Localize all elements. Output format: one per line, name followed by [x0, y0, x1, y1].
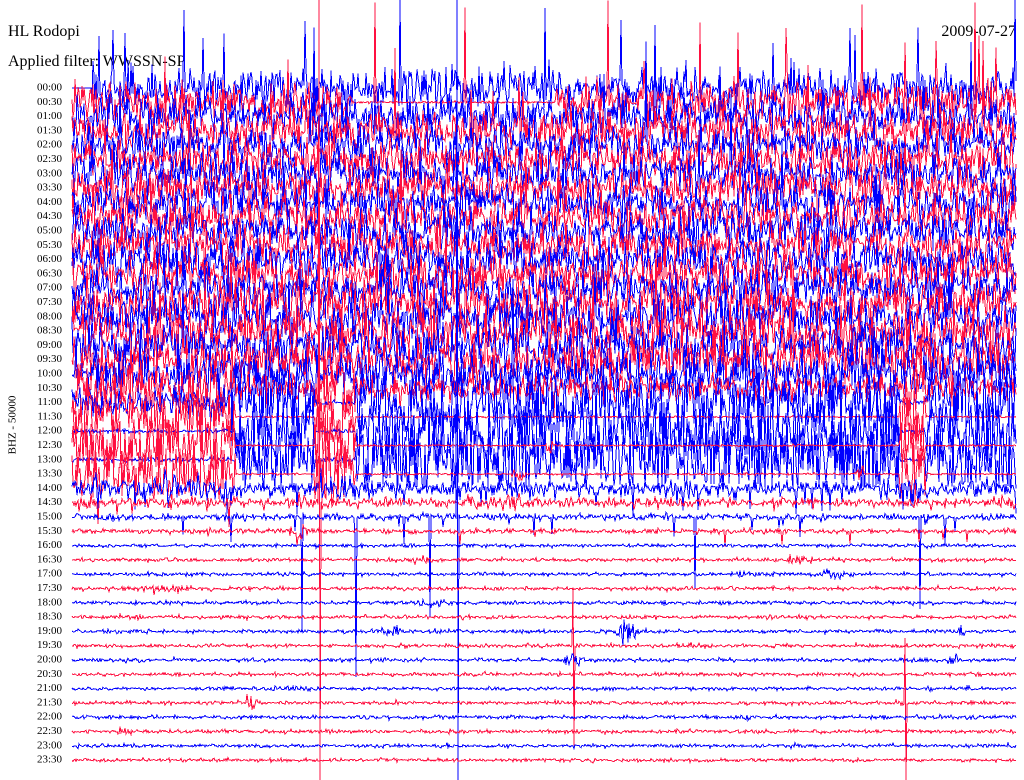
time-axis: 00:00 00:30 01:00 01:30 02:00 02:30 03:00 03:30…: [37, 82, 63, 766]
time-label: 09:00: [37, 339, 63, 351]
time-label: 22:30: [37, 725, 63, 737]
time-label: 11:30: [37, 410, 62, 422]
time-label: 08:30: [37, 325, 63, 337]
time-label: 10:00: [37, 368, 63, 380]
time-label: 05:30: [37, 239, 63, 251]
time-label: 21:30: [37, 696, 63, 708]
time-label: 06:30: [37, 267, 63, 279]
time-label: 14:00: [37, 482, 63, 494]
trace-23-30: [71, 756, 1017, 765]
time-label: 23:30: [37, 754, 63, 766]
time-label: 17:00: [37, 568, 63, 580]
station-title: HL Rodopi: [8, 23, 80, 40]
filter-label: Applied filter: WWSSN-SP: [8, 53, 186, 70]
trace-20-30: [71, 669, 1017, 679]
time-label: 02:00: [37, 139, 63, 151]
trace-23-00: [71, 741, 1017, 751]
time-label: 22:00: [37, 711, 63, 723]
time-label: 08:00: [37, 310, 63, 322]
traces: [71, 0, 1017, 780]
time-label: 01:30: [37, 124, 63, 136]
trace-16-30: [71, 554, 1017, 566]
time-label: 12:30: [37, 439, 63, 451]
time-label: 18:30: [37, 611, 63, 623]
time-label: 18:00: [37, 596, 63, 608]
time-label: 23:00: [37, 739, 63, 751]
trace-19-00: [71, 619, 1017, 646]
time-label: 12:00: [37, 425, 63, 437]
trace-18-30: [71, 612, 1017, 622]
time-label: 13:00: [37, 453, 63, 465]
time-label: 06:00: [37, 253, 63, 265]
time-label: 11:00: [37, 396, 62, 408]
time-label: 16:00: [37, 539, 63, 551]
time-label: 00:00: [37, 82, 63, 94]
time-label: 04:00: [37, 196, 63, 208]
trace-17-00: [71, 568, 1017, 581]
time-label: 13:30: [37, 468, 63, 480]
trace-22-30: [71, 726, 1017, 737]
time-label: 07:00: [37, 282, 63, 294]
time-label: 05:00: [37, 225, 63, 237]
time-label: 04:30: [37, 210, 63, 222]
time-label: 15:30: [37, 525, 63, 537]
time-label: 10:30: [37, 382, 63, 394]
time-label: 07:30: [37, 296, 63, 308]
time-label: 03:00: [37, 167, 63, 179]
time-label: 20:00: [37, 654, 63, 666]
trace-20-00: [71, 653, 1017, 667]
time-label: 20:30: [37, 668, 63, 680]
time-label: 19:30: [37, 639, 63, 651]
time-label: 15:00: [37, 511, 63, 523]
time-label: 19:00: [37, 625, 63, 637]
trace-16-00: [71, 542, 1017, 550]
time-label: 16:30: [37, 553, 63, 565]
y-axis-label: BHZ - 50000: [7, 395, 19, 454]
trace-15-30: [71, 524, 1017, 547]
helicorder-plot: HL Rodopi 2009-07-27 Applied filter: WWS…: [0, 0, 1024, 780]
trace-22-00: [71, 713, 1017, 723]
time-label: 21:00: [37, 682, 63, 694]
trace-17-30: [71, 583, 1017, 596]
time-label: 01:00: [37, 110, 63, 122]
trace-18-00: [71, 597, 1017, 609]
time-label: 02:30: [37, 153, 63, 165]
time-label: 14:30: [37, 496, 63, 508]
time-label: 09:30: [37, 353, 63, 365]
time-label: 03:30: [37, 182, 63, 194]
time-label: 00:30: [37, 96, 63, 108]
time-label: 17:30: [37, 582, 63, 594]
trace-19-30: [71, 587, 1017, 746]
trace-21-00: [71, 684, 1017, 693]
